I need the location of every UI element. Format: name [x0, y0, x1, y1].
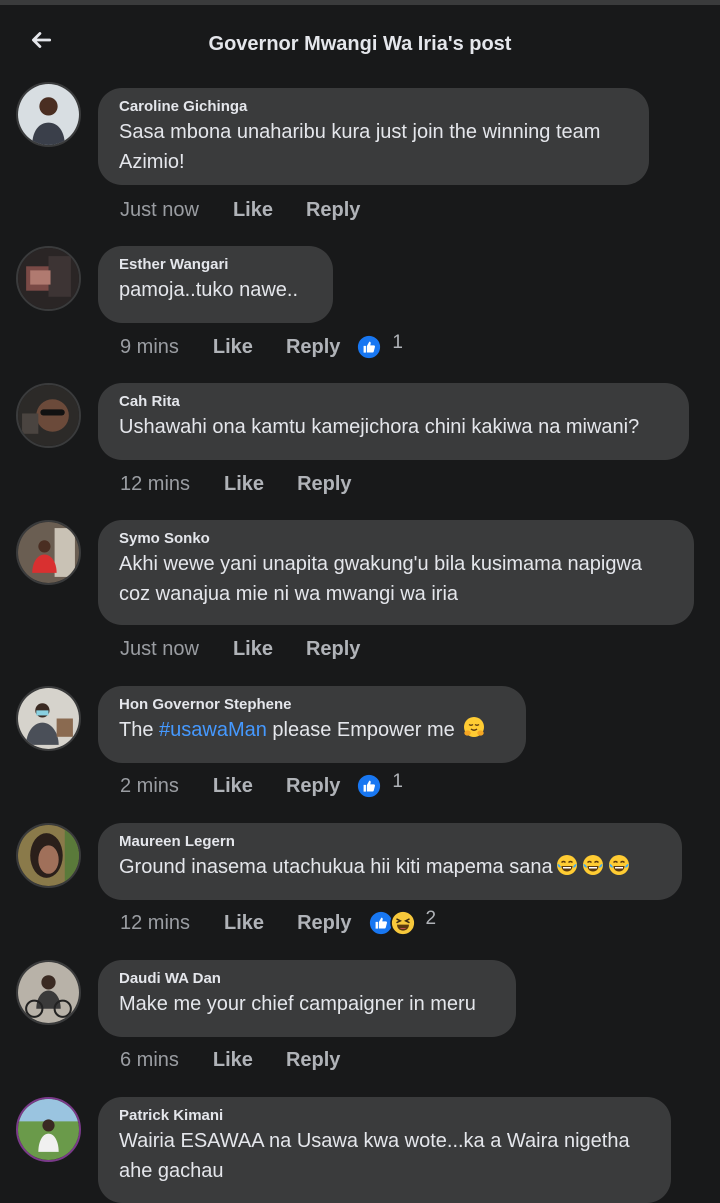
tears-of-joy-emoji: [581, 853, 605, 877]
comment-author[interactable]: Daudi WA Dan: [119, 969, 494, 989]
comment-time: 6 mins: [120, 1048, 179, 1071]
hashtag-link[interactable]: #usawaMan: [159, 719, 267, 741]
comment-text: Ushawahi ona kamtu kamejichora chini kak…: [119, 416, 640, 438]
comment-actions: 12 mins Like Reply 2: [120, 908, 436, 938]
avatar-photo: [18, 84, 79, 145]
page-title: Governor Mwangi Wa Iria's post: [208, 33, 512, 55]
avatar-photo: [18, 962, 79, 1023]
comment-text: pamoja..tuko nawe..: [119, 279, 298, 301]
like-button[interactable]: Like: [224, 473, 264, 496]
reaction-summary[interactable]: 1: [356, 771, 403, 799]
comment-text: Sasa mbona unaharibu kura just join the …: [119, 121, 601, 143]
hugging-face-emoji: [462, 716, 486, 740]
reaction-count: 1: [392, 332, 403, 353]
like-button[interactable]: Like: [213, 775, 253, 798]
comment-author[interactable]: Esther Wangari: [119, 255, 311, 275]
comment-author[interactable]: Patrick Kimani: [119, 1106, 649, 1126]
like-button[interactable]: Like: [213, 1049, 253, 1072]
comment-actions: Just now Like Reply: [120, 195, 360, 225]
avatar-photo: [18, 522, 79, 583]
comment-text-line: Azimio!: [119, 151, 185, 173]
comment-text-body: Ground inasema utachukua hii kiti mapema…: [119, 856, 553, 878]
comment-text-suffix: please Empower me: [266, 719, 455, 741]
comment-time: 2 mins: [120, 774, 179, 797]
reaction-summary[interactable]: 1: [356, 332, 403, 360]
avatar-photo: [18, 825, 79, 886]
reply-button[interactable]: Reply: [286, 336, 340, 359]
avatar[interactable]: [16, 383, 81, 448]
like-button[interactable]: Like: [213, 336, 253, 359]
avatar-photo: [18, 248, 79, 309]
comment-time: 12 mins: [120, 472, 191, 495]
tears-of-joy-emoji: [555, 853, 579, 877]
comment-bubble[interactable]: Daudi WA Dan Make me your chief campaign…: [98, 960, 516, 1037]
comment-text: The #usawaMan please Empower me: [119, 716, 504, 745]
comment-text-prefix: The: [119, 719, 160, 741]
comment-author[interactable]: Hon Governor Stephene: [119, 695, 504, 715]
comment-bubble[interactable]: Hon Governor Stephene The #usawaMan plea…: [98, 686, 526, 763]
comment-text: Make me your chief campaigner in meru: [119, 993, 476, 1015]
comment-time: Just now: [120, 198, 199, 221]
reply-button[interactable]: Reply: [306, 638, 360, 661]
avatar[interactable]: [16, 960, 81, 1025]
thumbs-up-icon: [356, 334, 382, 360]
reply-button[interactable]: Reply: [286, 775, 340, 798]
avatar[interactable]: [16, 686, 81, 751]
comment-author[interactable]: Symo Sonko: [119, 529, 672, 549]
comment-time: 12 mins: [120, 911, 191, 934]
comment-text: Akhi wewe yani unapita gwakung'u bila ku…: [119, 553, 643, 575]
avatar[interactable]: [16, 246, 81, 311]
comment-text: Wairia ESAWAA na Usawa kwa wote...ka a W…: [119, 1130, 630, 1152]
thumbs-up-icon: [356, 773, 382, 799]
laughing-face-icon: [390, 910, 416, 936]
reply-button[interactable]: Reply: [306, 199, 360, 222]
tears-of-joy-emoji: [607, 853, 631, 877]
avatar[interactable]: [16, 1097, 81, 1162]
comment-actions: 9 mins Like Reply 1: [120, 332, 403, 362]
comment-bubble[interactable]: Cah Rita Ushawahi ona kamtu kamejichora …: [98, 383, 689, 460]
reaction-count: 1: [392, 771, 403, 792]
comment-actions: 6 mins Like Reply: [120, 1045, 340, 1075]
comment-text: Ground inasema utachukua hii kiti mapema…: [119, 853, 660, 882]
comment-time: 9 mins: [120, 335, 179, 358]
avatar[interactable]: [16, 520, 81, 585]
avatar[interactable]: [16, 82, 81, 147]
comment-text-line: coz wanajua mie ni wa mwangi wa iria: [119, 583, 459, 605]
like-button[interactable]: Like: [233, 638, 273, 661]
reply-button[interactable]: Reply: [297, 473, 351, 496]
comment-bubble[interactable]: Patrick Kimani Wairia ESAWAA na Usawa kw…: [98, 1097, 671, 1203]
like-button[interactable]: Like: [233, 199, 273, 222]
comment-bubble[interactable]: Maureen Legern Ground inasema utachukua …: [98, 823, 682, 900]
comment-author[interactable]: Cah Rita: [119, 392, 667, 412]
comment-bubble[interactable]: Symo Sonko Akhi wewe yani unapita gwakun…: [98, 520, 694, 625]
comment-author[interactable]: Maureen Legern: [119, 832, 660, 852]
comment-author[interactable]: Caroline Gichinga: [119, 97, 627, 117]
reaction-summary[interactable]: 2: [368, 908, 437, 936]
avatar-photo: [18, 688, 79, 749]
reply-button[interactable]: Reply: [286, 1049, 340, 1072]
comment-text-line: ahe gachau: [119, 1160, 224, 1182]
top-app-bar: Governor Mwangi Wa Iria's post: [0, 5, 720, 83]
comment-bubble[interactable]: Esther Wangari pamoja..tuko nawe..: [98, 246, 333, 323]
reaction-count: 2: [425, 908, 437, 929]
reply-button[interactable]: Reply: [297, 912, 351, 935]
comment-actions: 2 mins Like Reply 1: [120, 771, 403, 801]
comment-time: Just now: [120, 637, 199, 660]
avatar[interactable]: [16, 823, 81, 888]
avatar-photo: [18, 385, 79, 446]
comment-actions: 12 mins Like Reply: [120, 469, 352, 499]
comment-bubble[interactable]: Caroline Gichinga Sasa mbona unaharibu k…: [98, 88, 649, 185]
comment-actions: Just now Like Reply: [120, 634, 360, 664]
avatar-photo: [18, 1099, 79, 1160]
like-button[interactable]: Like: [224, 912, 264, 935]
